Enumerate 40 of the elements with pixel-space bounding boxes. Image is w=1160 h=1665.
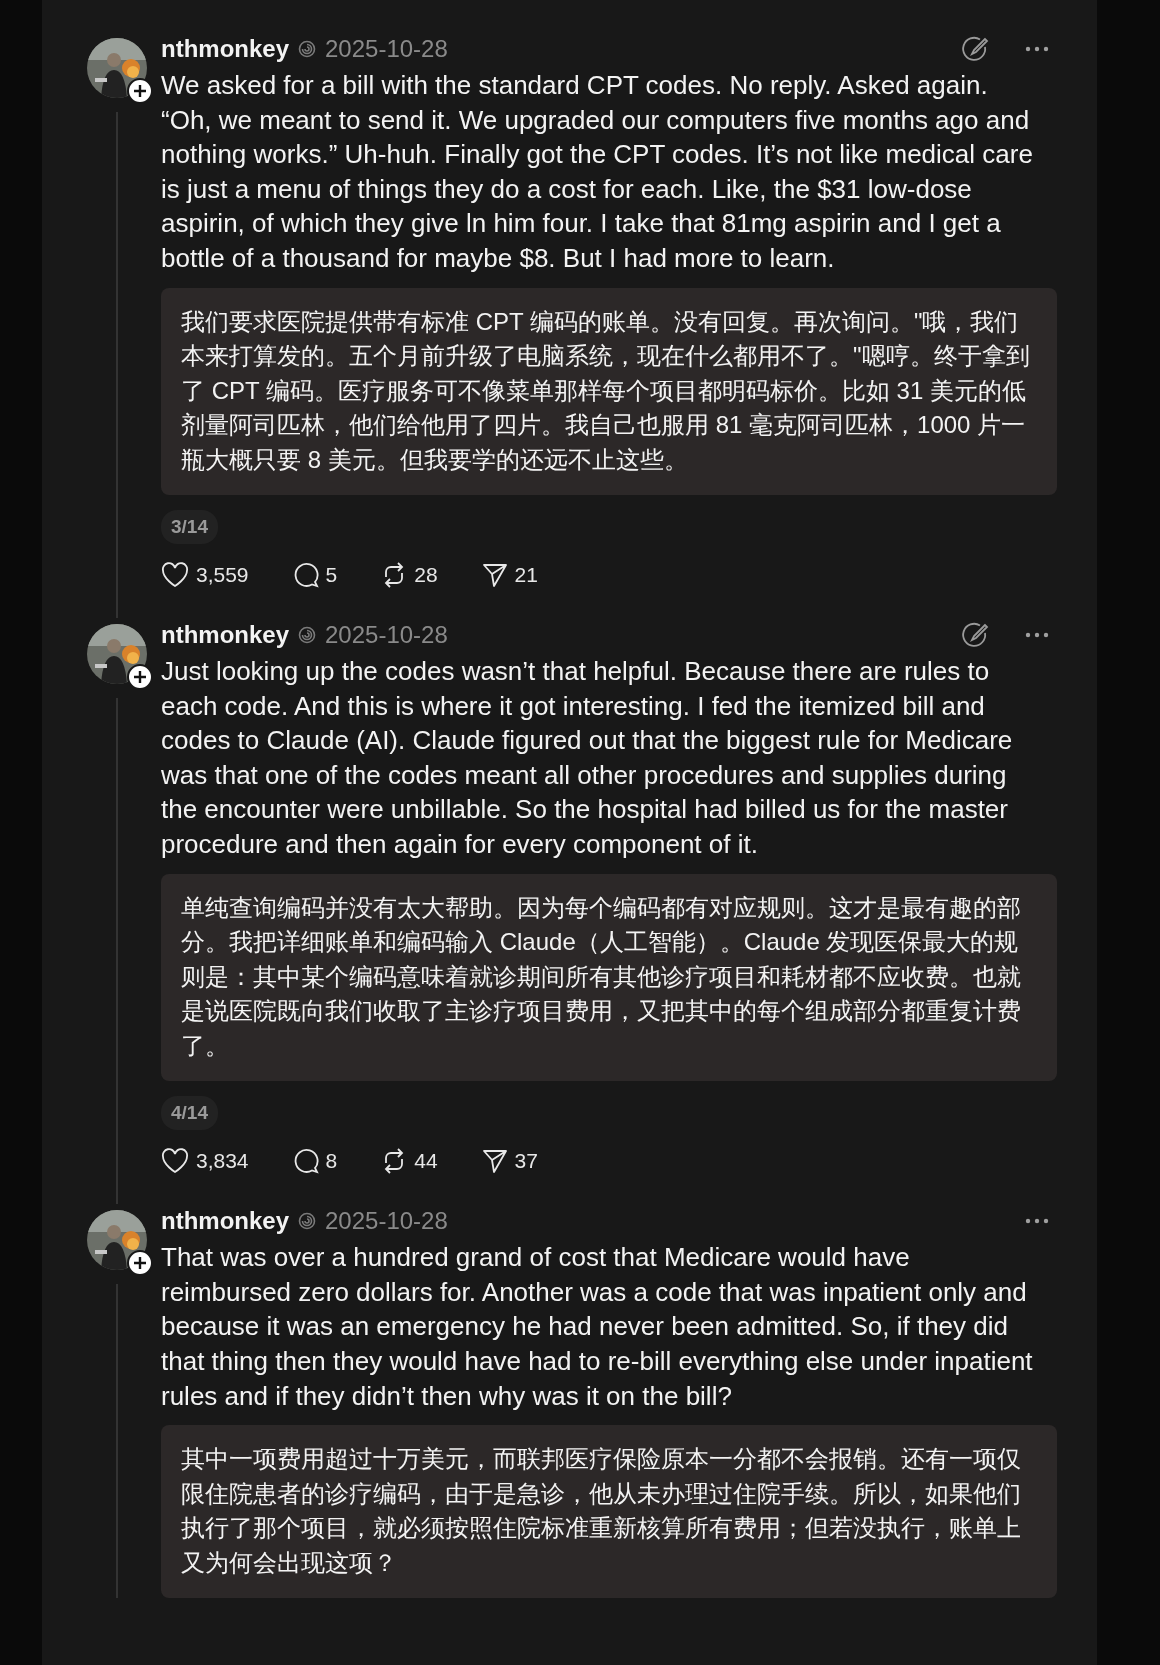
share-button[interactable]: 21 [481, 562, 538, 589]
post-date: 2025-10-28 [325, 621, 448, 650]
spiral-icon [297, 625, 317, 646]
username[interactable]: nthmonkey [161, 35, 289, 63]
heart-icon [161, 562, 189, 589]
translation-text: 其中一项费用超过十万美元，而联邦医疗保险原本一分都不会报销。还有一项仅限住院患者的诊疗编码，由于是急诊，他从未办理过住院手续。所以，如果他们执行了那个项目，就必须按照住院标准重新核算所有费用；但若没执行，账单上又为何会出现这项？ [161, 1425, 1057, 1599]
heart-icon [161, 1148, 189, 1175]
repost-button[interactable]: 44 [381, 1148, 438, 1175]
speech-bubble-icon [292, 562, 319, 589]
reply-button[interactable]: 5 [292, 562, 338, 589]
post-text: We asked for a bill with the standard CPT codes. No reply. Asked again. “Oh, we meant to send it. We upgraded our computers five months ago and nothing works.” Uh-huh. Finally got the CPT codes. It’s not like medical care is just a menu of things they do a cost for each. Like, the $31 low-dose aspirin, of which they give ln him four. I take that 81mg aspirin and I get a bottle of a thousand for maybe $8. But I had more to learn. [161, 69, 1034, 275]
spiral-icon [297, 1211, 317, 1232]
send-icon [481, 562, 508, 589]
post-date: 2025-10-28 [325, 1207, 448, 1236]
pen-circle-icon[interactable] [961, 621, 989, 650]
share-button[interactable]: 37 [481, 1148, 538, 1175]
send-icon [481, 1148, 508, 1175]
more-icon[interactable] [1025, 632, 1049, 639]
speech-bubble-icon [292, 1148, 319, 1175]
follow-button[interactable] [127, 78, 153, 104]
post-text: Just looking up the codes wasn’t that helpful. Because there are rules to each code. And this is where it got interesting. I fed the itemized bill and codes to Claude (AI). Claude figured out that the biggest rule for Medicare was that one of the codes meant all other procedures and supplies during the encounter were unbillable. So the hospital had billed us for the master procedure and then again for every component of it. [161, 655, 1014, 862]
more-icon[interactable] [1025, 46, 1049, 52]
username[interactable]: nthmonkey [161, 621, 289, 650]
spiral-icon [297, 39, 317, 59]
translation-text: 单纯查询编码并没有太大帮助。因为每个编码都有对应规则。这才是最有趣的部分。我把详细账单和编码输入 Claude（人工智能）。Claude 发现医保最大的规则是：其中某个编码意味着就诊期间所有其他诊疗项目和耗材都不应收费。也就是说医院既向我们收取了主诊疗项目费用，又把其中的每个组成部分都重复计费了。 [161, 873, 1057, 1082]
username[interactable]: nthmonkey [161, 1207, 289, 1236]
plus-icon [133, 1256, 147, 1271]
repost-button[interactable]: 28 [381, 562, 438, 589]
pen-circle-icon[interactable] [961, 35, 989, 63]
reply-button[interactable]: 8 [292, 1148, 338, 1175]
plus-icon [133, 670, 147, 685]
like-button[interactable]: 3,559 [161, 562, 249, 589]
post-text: That was over a hundred grand of cost that Medicare would have reimbursed zero dollars for. Another was a code that was inpatient only and because it was an emergency he had never been admitted. So, if they did that thing then they would have had to re-bill everything else under inpatient rules and if they didn’t then why was it on the bill? [161, 1241, 1034, 1413]
like-button[interactable]: 3,834 [161, 1148, 249, 1175]
page-counter: 4/14 [161, 1096, 218, 1131]
translation-text: 我们要求医院提供带有标准 CPT 编码的账单。没有回复。再次询问。"哦，我们本来打算发的。五个月前升级了电脑系统，现在什么都用不了。"嗯哼。终于拿到了 CPT 编码。医疗服务可不像菜单那样每个项目都明码标价。比如 31 美元的低剂量阿司匹林，他们给他用了四片。我自己也服用 81 毫克阿司匹林，1000 片一瓶大概只要 8 美元。但我要学的还远不止这些。 [161, 287, 1057, 496]
more-icon[interactable] [1025, 1218, 1049, 1225]
post-date: 2025-10-28 [325, 35, 448, 63]
plus-icon [133, 84, 147, 98]
page-counter: 3/14 [161, 510, 218, 545]
